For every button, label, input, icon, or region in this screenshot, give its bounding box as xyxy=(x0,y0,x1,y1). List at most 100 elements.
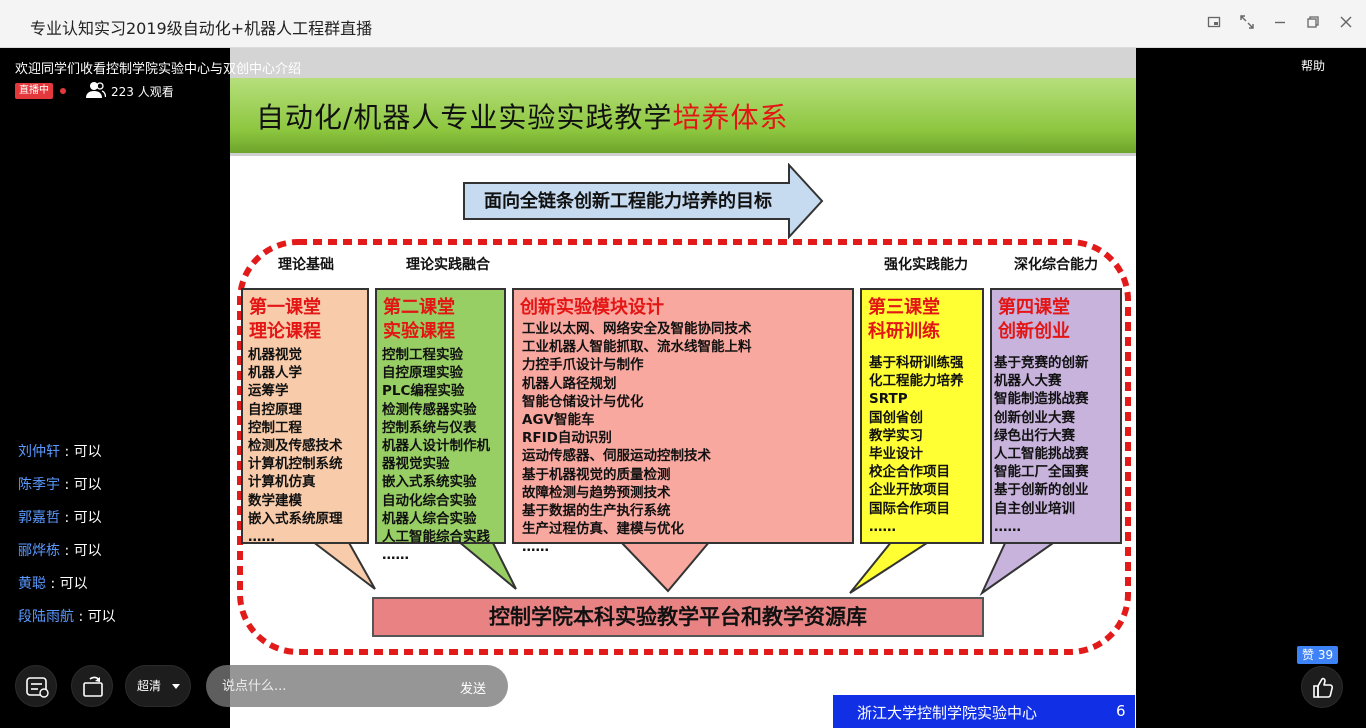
list-item: 数学建模 xyxy=(248,492,302,509)
slide-heading: 自动化/机器人专业实验实践教学培养体系 xyxy=(256,96,788,136)
chat-user-name[interactable]: 黄聪 xyxy=(18,576,46,592)
list-item: 故障检测与趋势预测技术 xyxy=(522,484,671,501)
chat-user-name[interactable]: 刘仲轩 xyxy=(18,444,60,460)
help-link[interactable]: 帮助 xyxy=(1301,57,1325,74)
live-status-badge: 直播中 xyxy=(15,83,53,99)
list-item: 机器视觉 xyxy=(248,347,302,363)
category-comprehensive: 深化综合能力 xyxy=(1014,257,1098,273)
danmaku-toggle-button[interactable] xyxy=(15,665,57,707)
list-item: AGV智能车 xyxy=(522,411,595,428)
list-item: 检测及传感技术 xyxy=(248,437,343,454)
chat-user-name[interactable]: 郭嘉哲 xyxy=(18,510,60,526)
category-practice: 强化实践能力 xyxy=(884,257,968,273)
list-item: 基于竞赛的创新 xyxy=(994,355,1089,371)
list-item: 智能工厂全国赛 xyxy=(994,464,1089,481)
list-item: 基于数据的生产执行系统 xyxy=(522,502,671,519)
platform-base-bar: 控制学院本科实验教学平台和教学资源库 xyxy=(372,597,984,637)
list-item: 控制工程 xyxy=(248,419,302,436)
list-item: …… xyxy=(994,518,1021,535)
list-item: 创新创业大赛 xyxy=(994,409,1075,426)
chat-text: 可以 xyxy=(73,510,102,526)
list-item: 机器人学 xyxy=(248,365,302,382)
list-item: 国创省创 xyxy=(869,409,923,426)
minimize-icon[interactable] xyxy=(1270,14,1290,34)
chat-user-name[interactable]: 段陆雨航 xyxy=(18,609,74,625)
footer-institution: 浙江大学控制学院实验中心 xyxy=(857,704,1038,722)
slide-page-number: 6 xyxy=(1116,702,1126,720)
list-item: 嵌入式系统原理 xyxy=(248,510,343,527)
list-item: 器视觉实验 xyxy=(382,456,450,473)
box-list: 机器视觉 机器人学 运筹学 自控原理 控制工程 检测及传感技术 计算机控制系统 … xyxy=(248,346,343,546)
list-item: 企业开放项目 xyxy=(869,482,950,499)
window-title: 专业认知实习2019级自动化+机器人工程群直播 xyxy=(30,19,373,38)
list-item: 检测传感器实验 xyxy=(382,401,477,418)
box-list: 工业以太网、网络安全及智能协同技术 工业机器人智能抓取、流水线智能上料 力控手爪… xyxy=(522,320,752,556)
like-count-badge: 赞 39 xyxy=(1297,646,1339,664)
maximize-icon[interactable] xyxy=(1303,14,1323,34)
list-item: …… xyxy=(522,539,549,556)
box-third-classroom: 第三课堂 科研训练 基于科研训练强 化工程能力培养 SRTP 国创省创 教学实习… xyxy=(860,288,984,544)
list-item: 计算机控制系统 xyxy=(248,456,343,473)
list-item: 智能仓储设计与优化 xyxy=(522,393,644,410)
box-list: 基于科研训练强 化工程能力培养 SRTP 国创省创 教学实习 毕业设计 校企合作… xyxy=(869,354,964,536)
quality-select[interactable]: 超清 xyxy=(125,665,191,707)
list-item: 运动传感器、伺服运动控制技术 xyxy=(522,448,711,465)
send-button[interactable]: 发送 xyxy=(460,678,486,697)
box-innovation-modules: 创新实验模块设计 工业以太网、网络安全及智能协同技术 工业机器人智能抓取、流水线… xyxy=(512,288,854,555)
list-item: 绿色出行大赛 xyxy=(994,427,1075,444)
fullscreen-icon[interactable] xyxy=(1237,14,1257,34)
list-item: 力控手爪设计与制作 xyxy=(522,357,644,374)
chat-message: 郭嘉哲 : 可以 xyxy=(18,510,102,526)
list-item: SRTP xyxy=(869,391,908,408)
list-item: 教学实习 xyxy=(869,427,923,444)
thumbs-up-icon xyxy=(1313,677,1334,698)
list-item: 自控原理实验 xyxy=(382,365,463,382)
chat-message: 段陆雨航 : 可以 xyxy=(18,609,116,625)
list-item: 机器人路径规划 xyxy=(522,375,617,392)
slide-footer: 浙江大学控制学院实验中心 6 xyxy=(833,695,1135,728)
chat-user-name[interactable]: 郦烨栋 xyxy=(18,543,60,559)
box-title: 创新实验模块设计 xyxy=(520,297,664,318)
box-second-classroom: 第二课堂 实验课程 控制工程实验 自控原理实验 PLC编程实验 检测传感器实验 … xyxy=(375,288,506,563)
slide-top-band xyxy=(230,48,1136,78)
box-title: 第一课堂 理论课程 xyxy=(249,297,321,342)
rotate-screen-button[interactable] xyxy=(71,665,113,707)
list-item: 机器人设计制作机 xyxy=(382,437,490,454)
slide-heading-highlight: 培养体系 xyxy=(672,101,789,134)
close-icon[interactable] xyxy=(1336,14,1356,34)
list-item: 工业以太网、网络安全及智能协同技术 xyxy=(522,321,752,337)
list-item: 机器人综合实验 xyxy=(382,510,477,527)
danmaku-icon xyxy=(26,677,49,698)
list-item: 化工程能力培养 xyxy=(869,373,964,390)
box-list: 控制工程实验 自控原理实验 PLC编程实验 检测传感器实验 控制系统与仪表 机器… xyxy=(382,346,490,564)
list-item: 国际合作项目 xyxy=(869,500,950,517)
chat-message: 黄聪 : 可以 xyxy=(18,576,88,592)
list-item: 自主创业培训 xyxy=(994,500,1075,517)
quality-label: 超清 xyxy=(137,679,162,693)
list-item: …… xyxy=(869,518,896,535)
comment-input[interactable] xyxy=(222,665,422,707)
list-item: 基于科研训练强 xyxy=(869,355,964,371)
chat-user-name[interactable]: 陈季宇 xyxy=(18,477,60,493)
presentation-slide: 自动化/机器人专业实验实践教学培养体系 面向全链条创新工程能力培养的目标 理论基… xyxy=(230,48,1136,728)
slide-header-band: 自动化/机器人专业实验实践教学培养体系 xyxy=(230,78,1136,156)
like-button[interactable] xyxy=(1301,666,1343,708)
list-item: 人工智能挑战赛 xyxy=(994,445,1089,462)
list-item: 智能制造挑战赛 xyxy=(994,391,1089,408)
box-list: 基于竞赛的创新 机器人大赛 智能制造挑战赛 创新创业大赛 绿色出行大赛 人工智能… xyxy=(994,354,1089,536)
rotate-icon xyxy=(83,676,103,697)
chat-list: 刘仲轩 : 可以 陈季宇 : 可以 郭嘉哲 : 可以 郦烨栋 : 可以 黄聪 :… xyxy=(18,445,116,643)
chat-text: 可以 xyxy=(73,543,102,559)
list-item: 校企合作项目 xyxy=(869,464,950,481)
category-theory: 理论基础 xyxy=(278,257,334,273)
float-window-icon[interactable] xyxy=(1204,14,1224,34)
list-item: RFID自动识别 xyxy=(522,430,612,447)
list-item: 自动化综合实验 xyxy=(382,492,477,509)
list-item: …… xyxy=(382,547,409,564)
list-item: 工业机器人智能抓取、流水线智能上料 xyxy=(522,339,752,356)
list-item: PLC编程实验 xyxy=(382,383,465,400)
chevron-down-icon xyxy=(172,684,180,689)
list-item: 机器人大赛 xyxy=(994,373,1062,390)
goal-text: 面向全链条创新工程能力培养的目标 xyxy=(484,191,772,212)
live-dot-icon xyxy=(60,88,66,94)
